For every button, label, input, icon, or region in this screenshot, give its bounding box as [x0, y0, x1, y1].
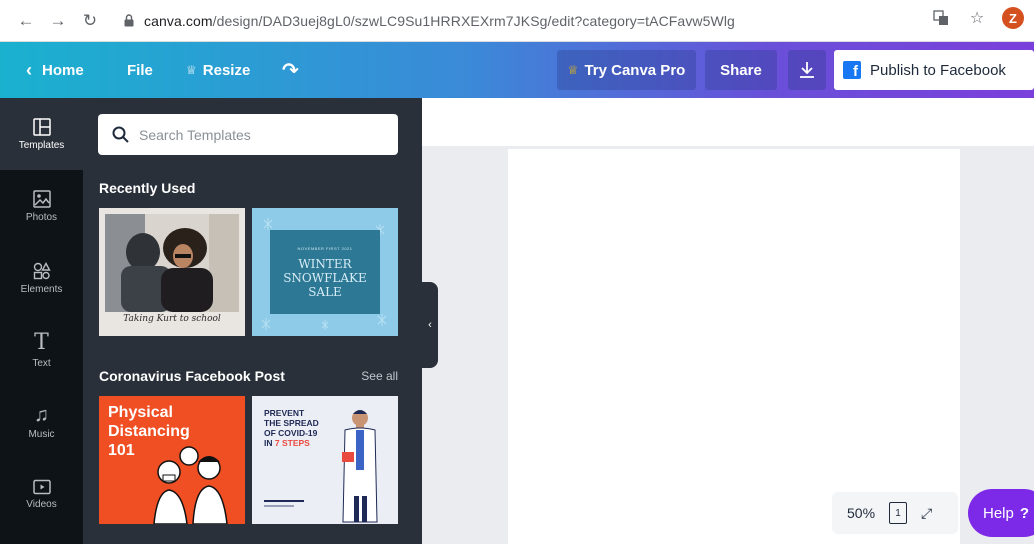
rail-label: Photos: [25, 211, 58, 223]
template-thumbnail-physical-distancing[interactable]: Physical Distancing 101: [99, 396, 245, 524]
file-menu-button[interactable]: File: [127, 42, 153, 98]
template-thumbnail-prevent-spread[interactable]: PREVENT THE SPREAD OF COVID-19 IN 7 STEP…: [252, 396, 398, 524]
rail-item-text[interactable]: T Text: [0, 314, 83, 386]
try-canva-pro-button[interactable]: ♕ Try Canva Pro: [557, 50, 696, 90]
share-button[interactable]: Share: [705, 50, 777, 90]
reload-icon[interactable]: ↻: [76, 7, 104, 35]
music-icon: ♫: [34, 403, 49, 426]
try-pro-label: Try Canva Pro: [584, 61, 686, 79]
zoom-level[interactable]: 50%: [847, 505, 875, 521]
rail-label: Music: [28, 428, 55, 440]
resize-label: Resize: [202, 61, 251, 79]
editor-header: ‹ Home File ♕ Resize ↷ ♕ Try Canva Pro S…: [0, 42, 1034, 98]
elements-icon: [33, 261, 51, 279]
help-button[interactable]: Help?: [968, 489, 1034, 537]
url-host: canva.com: [144, 12, 213, 29]
rail-item-elements[interactable]: Elements: [0, 242, 83, 314]
forward-arrow-icon[interactable]: →: [44, 7, 72, 35]
zoom-controls: 50% 1 ⤢: [832, 492, 958, 534]
lock-icon[interactable]: [122, 13, 136, 29]
resize-button[interactable]: ♕ Resize: [186, 42, 250, 98]
crown-icon: ♕: [186, 63, 197, 77]
collapse-panel-button[interactable]: ‹: [422, 282, 438, 368]
chevron-left-icon: ‹: [26, 59, 32, 80]
left-rail: Templates Photos Elements T Text ♫ Music…: [0, 98, 83, 544]
help-label: Help: [983, 504, 1014, 522]
rail-label: Templates: [18, 139, 65, 151]
photos-icon: [32, 189, 51, 208]
translate-icon[interactable]: [930, 7, 952, 29]
templates-panel: Search Templates Recently Used Taking Ku…: [83, 98, 422, 544]
design-page[interactable]: [508, 149, 960, 544]
canvas-toolbar: [422, 98, 1034, 146]
template-thumbnail-winter-sale[interactable]: NOVEMBER FIRST 2021 WINTER SNOWFLAKE SAL…: [252, 208, 398, 336]
publish-to-facebook-button[interactable]: f Publish to Facebook: [834, 50, 1034, 90]
rail-label: Text: [32, 357, 51, 369]
profile-avatar[interactable]: Z: [1002, 7, 1024, 29]
question-mark-icon: ?: [1019, 504, 1030, 522]
text-icon: T: [34, 329, 49, 355]
download-button[interactable]: [788, 50, 826, 90]
template-caption: Taking Kurt to school: [123, 314, 221, 324]
sale-title: WINTER SNOWFLAKE SALE: [283, 256, 367, 299]
people-illustration: [153, 446, 228, 524]
redo-icon[interactable]: ↷: [282, 42, 299, 98]
template-thumbnail-school[interactable]: Taking Kurt to school: [99, 208, 245, 336]
sale-subtitle: NOVEMBER FIRST 2021: [297, 245, 353, 251]
back-arrow-icon[interactable]: ←: [12, 7, 40, 35]
see-all-link[interactable]: See all: [361, 369, 398, 383]
search-templates-input[interactable]: Search Templates: [98, 114, 398, 155]
rail-item-music[interactable]: ♫ Music: [0, 386, 83, 458]
sale-card: NOVEMBER FIRST 2021 WINTER SNOWFLAKE SAL…: [270, 230, 380, 314]
home-button[interactable]: ‹ Home: [26, 42, 84, 98]
facebook-icon: f: [843, 61, 861, 79]
fullscreen-icon[interactable]: ⤢: [921, 505, 932, 522]
publish-label: Publish to Facebook: [870, 61, 1006, 79]
address-bar[interactable]: canva.com/design/DAD3uej8gL0/szwLC9Su1HR…: [144, 13, 735, 29]
rail-item-videos[interactable]: Videos: [0, 458, 83, 530]
download-icon: [800, 62, 814, 78]
bookmark-star-icon[interactable]: ☆: [966, 7, 988, 29]
category-title: Coronavirus Facebook Post: [99, 368, 285, 384]
page-count-icon[interactable]: 1: [889, 502, 908, 524]
recently-used-title: Recently Used: [99, 180, 196, 196]
doctor-illustration: [264, 410, 378, 523]
home-label: Home: [42, 61, 84, 79]
browser-toolbar: ← → ↻ canva.com/design/DAD3uej8gL0/szwLC…: [0, 0, 1034, 42]
chevron-left-icon: ‹: [428, 319, 432, 331]
search-icon: [112, 126, 129, 143]
search-placeholder: Search Templates: [139, 126, 251, 143]
videos-icon: [32, 479, 51, 494]
crown-icon: ♕: [567, 63, 579, 77]
templates-icon: [32, 117, 51, 136]
rail-item-photos[interactable]: Photos: [0, 170, 83, 242]
rail-label: Elements: [20, 283, 63, 295]
rail-label: Videos: [26, 498, 57, 510]
url-path: /design/DAD3uej8gL0/szwLC9Su1HRRXEXrm7JK…: [212, 12, 735, 29]
rail-item-templates[interactable]: Templates: [0, 98, 83, 170]
